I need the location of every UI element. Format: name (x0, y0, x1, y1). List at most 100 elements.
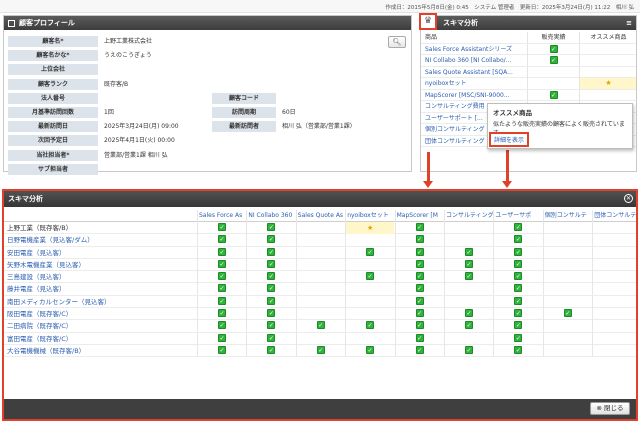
matrix-cell: ✓ (394, 222, 444, 234)
matrix-cell (542, 283, 592, 296)
matrix-cell: ✓ (493, 308, 542, 321)
check-icon: ✓ (267, 235, 276, 244)
sales-record-cell: ✓ (527, 43, 579, 55)
product-name-link[interactable]: MapScorer [MSC/SNI-9000... (425, 90, 525, 101)
customer-name-link[interactable]: 三島建設（見込客） (7, 271, 197, 283)
matrix-cell: ✓ (394, 234, 444, 247)
check-icon: ✓ (415, 345, 424, 354)
customer-name-link[interactable]: 藤井電産（見込客） (7, 283, 197, 295)
profile-field-label: 法人番号 (8, 92, 98, 104)
search-icon[interactable]: 🔍︎ (388, 36, 406, 48)
customer-name-link[interactable]: 安田電産（見込客） (7, 247, 197, 259)
product-name-link[interactable]: Sales Quote Assistant [SQA... (425, 67, 525, 78)
show-details-link[interactable]: 詳細を表示 (489, 132, 530, 147)
profile-field-label: サブ担当者 (8, 163, 98, 175)
matrix-cell: ✓ (197, 320, 246, 333)
customer-name-link[interactable]: 阪田電産（既存客/C） (7, 308, 197, 320)
close-button[interactable]: ⊗ 閉じる (590, 402, 630, 415)
check-icon: ✓ (415, 309, 424, 318)
matrix-customer-row: 富田電産（既存客/C） ✓ ✓ ✓ ✓ (4, 332, 636, 345)
customer-name-link[interactable]: 二田病院（既存客/C） (7, 320, 197, 332)
matrix-column-header[interactable]: ユーザーサポ (493, 210, 542, 222)
check-icon: ✓ (514, 309, 523, 318)
col-recommended: オススメ商品 (579, 32, 636, 43)
matrix-cell: ✓ (246, 332, 295, 345)
matrix-cell: ✓ (394, 246, 444, 259)
skima-panel-header: スキマ分析 ≡ (421, 16, 636, 30)
check-icon: ✓ (465, 272, 473, 281)
customer-name-link[interactable]: 大谷電機機械（既存客/B） (7, 345, 197, 357)
matrix-cell: ★ (345, 222, 395, 234)
check-icon: ✓ (514, 235, 523, 244)
matrix-customer-row: 上野工業（既存客/B） ✓ ✓ ★ ✓ ✓ (4, 222, 636, 235)
check-icon: ✓ (316, 321, 325, 330)
profile-title: 顧客プロフィール (19, 19, 75, 27)
product-name-link[interactable]: nyoiboxセット (425, 78, 525, 89)
matrix-cell (542, 258, 592, 271)
customer-name-link[interactable]: 矢野木電機産業（見込客） (7, 259, 197, 271)
skima-product-row[interactable]: Sales Quote Assistant [SQA... (421, 66, 636, 78)
check-icon: ✓ (415, 223, 424, 231)
col-product: 商品 (425, 34, 438, 41)
check-icon: ✓ (267, 259, 276, 268)
matrix-column-header[interactable]: コンサルティング (444, 210, 493, 222)
profile-field-value: 2025年4月1日(火) 00:00 (104, 137, 175, 145)
matrix-cell: ✓ (493, 234, 542, 247)
check-icon: ✓ (415, 296, 424, 305)
check-icon: ✓ (465, 247, 473, 256)
matrix-cell: ✓ (444, 246, 493, 259)
skima-product-row[interactable]: nyoiboxセット ★ (421, 78, 636, 90)
matrix-cell: ✓ (444, 320, 493, 333)
matrix-cell: ✓ (295, 320, 345, 333)
customer-name-link[interactable]: 日野電機産業（見込客/ダム） (7, 234, 197, 246)
check-icon: ✓ (218, 333, 226, 342)
profile-field-label: 最新訪問日 (8, 121, 98, 133)
profile-field-value: 営業部/営業1課 相川 弘 (104, 151, 168, 159)
tooltip-title: オススメ商品 (493, 109, 532, 117)
profile-field-value: うえのこうぎょう (104, 52, 152, 60)
matrix-cell (542, 271, 592, 284)
matrix-cell (295, 283, 345, 296)
matrix-column-header[interactable]: nyoiboxセット (345, 210, 394, 222)
matrix-column-header[interactable]: Sales Force As (197, 210, 246, 222)
matrix-column-header[interactable]: 団体コンサルテ (592, 210, 636, 222)
customer-name-link[interactable]: 富田電産（既存客/C） (7, 333, 197, 345)
recommended-cell: ★ (579, 78, 636, 89)
matrix-column-header[interactable]: MapScorer [M (394, 210, 444, 222)
skima-analysis-button[interactable]: ♛ (419, 13, 437, 30)
profile-field-value: 上野工業株式会社 (104, 38, 153, 45)
check-icon: ✓ (366, 345, 375, 354)
recommend-star-icon[interactable]: ★ (605, 79, 611, 87)
matrix-cell: ✓ (394, 344, 444, 357)
skima-product-row[interactable]: NI Collabo 360 [NI Collabo/... ✓ (421, 55, 636, 67)
matrix-cell: ✓ (246, 271, 295, 284)
check-icon: ✓ (415, 333, 424, 342)
product-name-link[interactable]: NI Collabo 360 [NI Collabo/... (425, 55, 525, 66)
matrix-column-header[interactable]: 個別コンサルテ (542, 210, 592, 222)
matrix-cell (295, 246, 345, 259)
customer-name-link[interactable]: 南田メディカルセンター（見込客） (7, 296, 197, 308)
panel-menu-icon[interactable]: ≡ (626, 16, 632, 30)
matrix-cell: ✓ (444, 308, 493, 321)
matrix-cell (345, 234, 394, 247)
check-icon: ✓ (218, 247, 226, 256)
close-icon[interactable]: ✕ (624, 194, 633, 203)
skima-product-row[interactable]: MapScorer [MSC/SNI-9000... ✓ (421, 89, 636, 101)
matrix-cell: ✓ (246, 344, 295, 357)
check-icon: ✓ (514, 321, 523, 330)
product-name-link[interactable]: Sales Force Assistantシリーズ (425, 44, 525, 55)
close-button-label: 閉じる (604, 404, 624, 412)
check-icon: ✓ (563, 309, 572, 318)
check-icon: ✓ (514, 223, 523, 231)
matrix-cell: ✓ (345, 344, 394, 357)
matrix-cell (592, 258, 636, 271)
arrow-down-left (423, 152, 433, 188)
check-icon: ✓ (549, 90, 558, 99)
skima-product-row[interactable]: Sales Force Assistantシリーズ ✓ (421, 43, 636, 55)
matrix-column-header[interactable]: Sales Quote As (295, 210, 345, 222)
matrix-cell: ✓ (246, 222, 295, 234)
matrix-column-header[interactable]: NI Collabo 360 (246, 210, 295, 222)
check-icon: ✓ (218, 284, 226, 293)
check-icon: ✓ (415, 259, 424, 268)
matrix-cell: ✓ (394, 308, 444, 321)
